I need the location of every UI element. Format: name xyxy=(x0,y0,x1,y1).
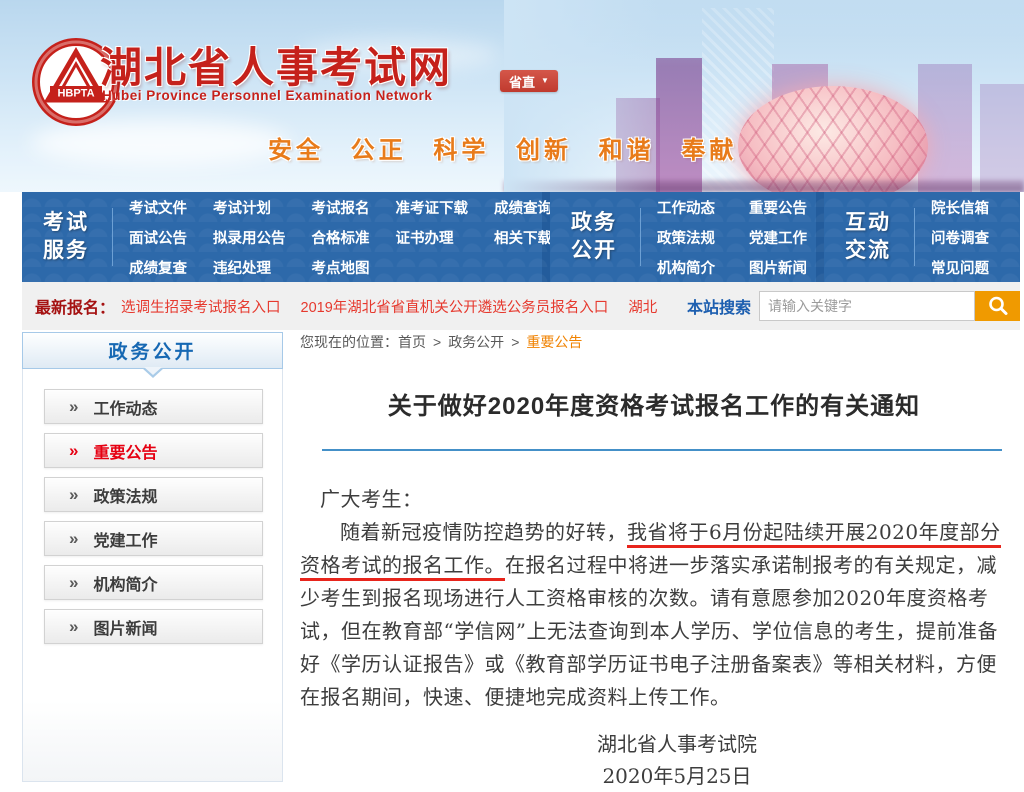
nav-link[interactable]: 拟录用公告 xyxy=(213,227,286,248)
site-title: 湖北省人事考试网 xyxy=(100,34,452,95)
nav-link[interactable]: 机构简介 xyxy=(657,257,715,278)
article-salutation: 广大考生： xyxy=(300,483,1008,516)
sidebar-title: 政务公开 xyxy=(22,332,283,369)
nav-link[interactable]: 考点地图 xyxy=(312,257,370,278)
sidebar-item-label: 工作动态 xyxy=(93,395,157,419)
nav-link[interactable]: 重要公告 xyxy=(749,197,807,218)
nav-link[interactable]: 面试公告 xyxy=(129,227,187,248)
signature-date: 2020年5月25日 xyxy=(346,760,1008,792)
nav-link[interactable]: 合格标准 xyxy=(312,227,370,248)
vertical-divider xyxy=(640,208,641,266)
nav-link[interactable]: 证书办理 xyxy=(396,227,469,248)
nav-section-title: 政务 公开 xyxy=(550,209,638,265)
double-chevron-icon: » xyxy=(69,441,78,461)
sidebar-item[interactable]: » 重要公告 xyxy=(44,433,263,468)
nav-link[interactable]: 问卷调查 xyxy=(931,227,989,248)
header-slogan: 安全 公正 科学 创新 和谐 奉献 xyxy=(268,130,737,165)
double-chevron-icon: » xyxy=(69,485,78,505)
sidebar-item-label: 机构简介 xyxy=(93,571,157,595)
breadcrumb-home-link[interactable]: 首页 xyxy=(398,334,426,350)
sidebar-item[interactable]: » 党建工作 xyxy=(44,521,263,556)
double-chevron-icon: » xyxy=(69,573,78,593)
sidebar-item-label: 重要公告 xyxy=(93,439,157,463)
sidebar-item[interactable]: » 工作动态 xyxy=(44,389,263,424)
nav-link[interactable]: 党建工作 xyxy=(749,227,807,248)
nav-link[interactable]: 成绩查询 xyxy=(494,197,552,218)
nav-link[interactable]: 考试计划 xyxy=(213,197,286,218)
breadcrumb-separator: > xyxy=(433,334,441,350)
search-input[interactable] xyxy=(759,291,975,321)
nav-section-interaction: 互动 交流 院长信箱问卷调查常见问题 xyxy=(824,192,1020,282)
main-navigation: 考试 服务 考试文件 考试计划 考试报名 准考证下载 成绩查询面试公告 拟录用公告 合格标准… xyxy=(22,192,1020,282)
breadcrumb: 您现在的位置：首页 > 政务公开 > 重要公告 xyxy=(300,332,1008,352)
sidebar-item-label: 党建工作 xyxy=(93,527,157,551)
signature-org: 湖北省人事考试院 xyxy=(346,728,1008,760)
sidebar-item[interactable]: » 机构简介 xyxy=(44,565,263,600)
nav-link[interactable]: 工作动态 xyxy=(657,197,715,218)
double-chevron-icon: » xyxy=(69,529,78,549)
breadcrumb-separator: > xyxy=(511,334,519,350)
sidebar-item-label: 图片新闻 xyxy=(93,615,157,639)
double-chevron-icon: » xyxy=(69,397,78,417)
nav-section-title: 互动 交流 xyxy=(824,209,912,265)
article-signature-block: 湖北省人事考试院 2020年5月25日 xyxy=(300,728,1008,792)
search-icon xyxy=(987,295,1009,317)
latest-registration-label: 最新报名： xyxy=(35,294,115,318)
region-selector-button[interactable]: 省直 ▼ xyxy=(500,70,558,92)
registration-entry-link[interactable]: 2019年湖北省省直机关公开遴选公务员报名入口 xyxy=(301,296,609,317)
search-button[interactable] xyxy=(975,291,1020,321)
nav-link[interactable]: 成绩复查 xyxy=(129,257,187,278)
region-selector-label: 省直 xyxy=(509,72,535,91)
sidebar-item[interactable]: » 政策法规 xyxy=(44,477,263,512)
vertical-divider xyxy=(914,208,915,266)
registration-entry-link[interactable]: 湖北 xyxy=(628,296,657,317)
nav-section-exam-service: 考试 服务 考试文件考试计划考试报名准考证下载成绩查询面试公告拟录用公告合格标准… xyxy=(22,192,542,282)
nav-link[interactable]: 政策法规 xyxy=(657,227,715,248)
sidebar-item[interactable]: » 图片新闻 xyxy=(44,609,263,644)
nav-link[interactable]: 考试文件 xyxy=(129,197,187,218)
cloud-decoration xyxy=(30,120,290,166)
double-chevron-icon: » xyxy=(69,617,78,637)
nav-link[interactable]: 考试报名 xyxy=(312,197,370,218)
nav-section-title: 考试 服务 xyxy=(22,209,110,265)
main-content: 您现在的位置：首页 > 政务公开 > 重要公告 关于做好2020年度资格考试报名工作的有… xyxy=(300,332,1008,792)
nav-section-gov-affairs: 政务 公开 工作动态 重要公告政策法规 党建工作机构简介 图片新闻 xyxy=(550,192,816,282)
caret-down-icon: ▼ xyxy=(541,77,549,85)
sidebar-item-label: 政策法规 xyxy=(93,483,157,507)
latest-registration-bar: 最新报名： 选调生招录考试报名入口 2019年湖北省省直机关公开遴选公务员报名入口… xyxy=(22,282,1020,330)
article-title: 关于做好2020年度资格考试报名工作的有关通知 xyxy=(300,386,1008,421)
nav-link[interactable]: 院长信箱 xyxy=(931,197,989,218)
registration-links-marquee: 选调生招录考试报名入口 2019年湖北省省直机关公开遴选公务员报名入口湖北 xyxy=(121,296,677,317)
nav-link[interactable]: 准考证下载 xyxy=(396,197,469,218)
site-header: HBPTA 湖北省人事考试网 Hubei Province Personnel … xyxy=(0,0,1024,192)
breadcrumb-prefix: 您现在的位置： xyxy=(300,334,398,350)
article-paragraph: 随着新冠疫情防控趋势的好转，我省将于6月份起陆续开展2020年度部分资格考试的报… xyxy=(300,516,1008,714)
vertical-divider xyxy=(112,208,113,266)
site-subtitle: Hubei Province Personnel Examination Net… xyxy=(102,88,432,103)
nav-link[interactable]: 相关下载 xyxy=(494,227,552,248)
title-divider xyxy=(322,449,1002,451)
site-search-label: 本站搜索 xyxy=(687,294,751,318)
nav-link[interactable]: 常见问题 xyxy=(931,257,989,278)
sidebar-gov-affairs: 政务公开 » 工作动态 » 重要公告 » 政策法规 » 党建工作 » xyxy=(22,332,283,782)
article-body: 广大考生： 随着新冠疫情防控趋势的好转，我省将于6月份起陆续开展2020年度部分… xyxy=(300,483,1008,714)
breadcrumb-current: 重要公告 xyxy=(526,334,582,350)
nav-link[interactable]: 图片新闻 xyxy=(749,257,807,278)
logo-acronym: HBPTA xyxy=(57,88,94,100)
breadcrumb-section-link[interactable]: 政务公开 xyxy=(448,334,504,350)
nav-link[interactable]: 违纪处理 xyxy=(213,257,286,278)
registration-entry-link[interactable]: 选调生招录考试报名入口 xyxy=(121,296,281,317)
